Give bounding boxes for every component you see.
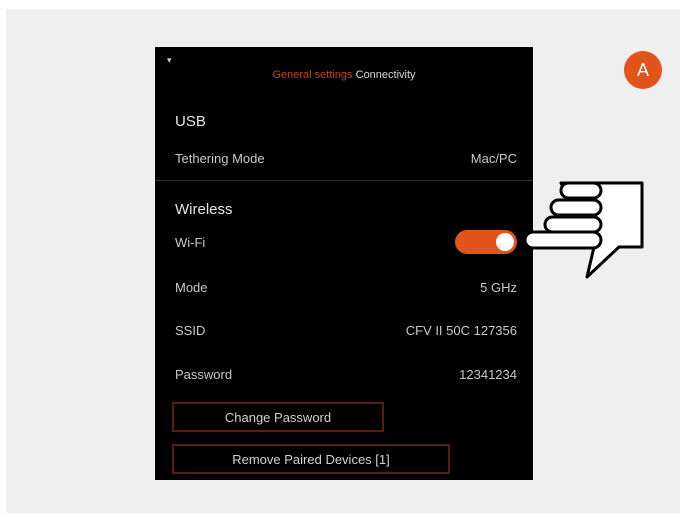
callout-badge: A: [624, 51, 662, 89]
ssid-value: CFV II 50C 127356: [405, 323, 517, 338]
pointing-hand-icon: [523, 181, 644, 279]
camera-screen: ▾ General settings Connectivity USB Teth…: [155, 47, 533, 480]
password-label: Password: [175, 367, 233, 382]
mode-value[interactable]: 5 GHz: [480, 280, 517, 295]
breadcrumb: General settings Connectivity: [155, 69, 533, 81]
wifi-label: Wi-Fi: [175, 235, 206, 250]
tethering-mode-label[interactable]: Tethering Mode: [175, 151, 265, 166]
wifi-toggle[interactable]: [455, 230, 517, 254]
ssid-label: SSID: [175, 323, 206, 338]
breadcrumb-parent[interactable]: General settings: [272, 69, 352, 81]
wireless-section-title: Wireless: [175, 201, 233, 218]
wifi-icon: ▾: [167, 55, 172, 65]
section-divider: [155, 180, 533, 181]
remove-paired-devices-button[interactable]: Remove Paired Devices [1]: [172, 444, 450, 474]
toggle-knob: [496, 233, 514, 251]
password-value: 12341234: [459, 367, 517, 382]
tethering-mode-value[interactable]: Mac/PC: [471, 151, 517, 166]
change-password-button[interactable]: Change Password: [172, 402, 384, 432]
usb-section-title: USB: [175, 113, 206, 130]
breadcrumb-current: Connectivity: [355, 69, 416, 81]
mode-label[interactable]: Mode: [175, 280, 208, 295]
